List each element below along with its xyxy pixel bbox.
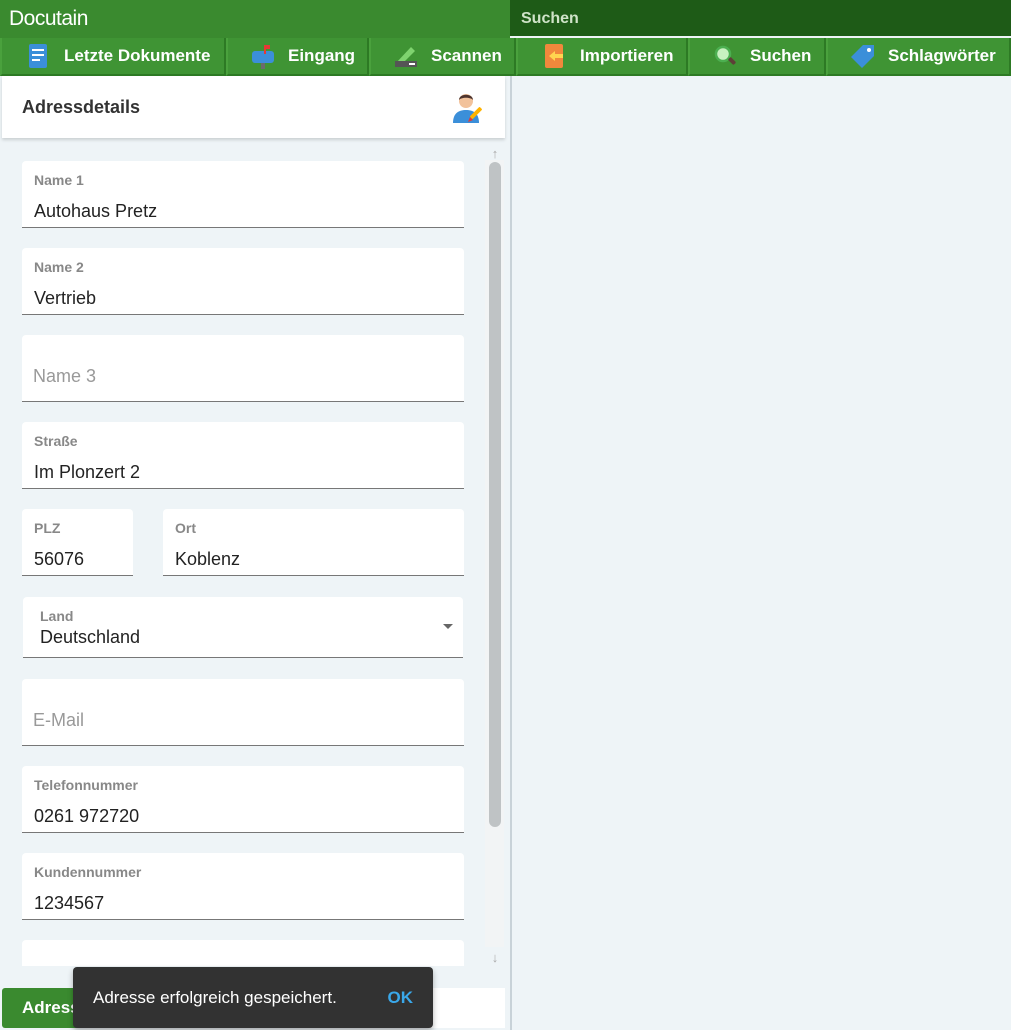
toolbar-recent-documents-button[interactable]: Letzte Dokumente <box>0 38 226 76</box>
field-value: Koblenz <box>175 549 241 569</box>
main-toolbar: Letzte Dokumente Eingang Scannen Importi… <box>0 38 1011 76</box>
field-value: 56076 <box>34 549 85 569</box>
country-select[interactable]: Land Deutschland <box>23 597 463 658</box>
toolbar-label: Importieren <box>580 46 674 65</box>
panel-title: Adressdetails <box>22 96 141 117</box>
toolbar-tags-button[interactable]: Schlagwörter <box>826 38 1011 76</box>
field-value: 1234567 <box>34 893 105 913</box>
snackbar: Adresse erfolgreich gespeichert. OK <box>73 967 433 1028</box>
snackbar-ok-button[interactable]: OK <box>388 988 414 1008</box>
name3-field[interactable]: Name 3 <box>22 335 464 402</box>
mailbox-icon <box>250 43 276 69</box>
toolbar-scan-button[interactable]: Scannen <box>369 38 516 76</box>
toolbar-label: Schlagwörter <box>888 46 996 65</box>
field-label: Name 1 <box>34 172 84 188</box>
street-field[interactable]: Straße Im Plonzert 2 <box>22 422 464 489</box>
toolbar-label: Scannen <box>431 46 502 65</box>
person-edit-icon[interactable] <box>449 89 485 125</box>
toolbar-label: Letzte Dokumente <box>64 46 211 65</box>
phone-field[interactable]: Telefonnummer 0261 972720 <box>22 766 464 833</box>
customer-number-field[interactable]: Kundennummer 1234567 <box>22 853 464 920</box>
field-label: Straße <box>34 433 78 449</box>
address-form: Name 1 Autohaus Pretz Name 2 Vertrieb Na… <box>2 144 482 966</box>
panel-header: Adressdetails <box>2 76 505 138</box>
field-value: Im Plonzert 2 <box>34 462 141 482</box>
scanner-icon <box>393 43 419 69</box>
dropdown-arrow-icon <box>443 624 453 629</box>
import-icon <box>542 43 568 69</box>
field-label: Kundennummer <box>34 864 142 880</box>
snackbar-message: Adresse erfolgreich gespeichert. <box>93 987 337 1007</box>
name1-field[interactable]: Name 1 Autohaus Pretz <box>22 161 464 228</box>
field-value: Deutschland <box>40 627 141 647</box>
toolbar-label: Eingang <box>288 46 356 65</box>
field-label: Ort <box>175 520 196 536</box>
tag-icon <box>850 43 876 69</box>
scrollbar-thumb[interactable] <box>489 162 501 827</box>
app-logo: Docutain <box>0 0 510 38</box>
search-pane-title: Suchen <box>510 0 1011 36</box>
field-placeholder: E-Mail <box>33 710 85 730</box>
document-icon <box>26 43 52 69</box>
scroll-up-arrow-icon[interactable]: ↑ <box>489 146 501 161</box>
field-value: Vertrieb <box>34 288 97 308</box>
email-field[interactable]: E-Mail <box>22 679 464 746</box>
toolbar-import-button[interactable]: Importieren <box>516 38 688 76</box>
name2-field[interactable]: Name 2 Vertrieb <box>22 248 464 315</box>
field-label: PLZ <box>34 520 61 536</box>
field-value: 0261 972720 <box>34 806 140 826</box>
field-label: Land <box>40 608 74 624</box>
toolbar-search-button[interactable]: Suchen <box>688 38 826 76</box>
next-field[interactable] <box>22 940 464 966</box>
title-bar: Docutain Suchen <box>0 0 1011 38</box>
address-details-panel: Adressdetails Name 1 Autohaus Pretz Name… <box>0 76 512 1030</box>
city-field[interactable]: Ort Koblenz <box>163 509 464 576</box>
field-label: Telefonnummer <box>34 777 138 793</box>
toolbar-inbox-button[interactable]: Eingang <box>226 38 369 76</box>
search-icon <box>712 43 738 69</box>
zip-field[interactable]: PLZ 56076 <box>22 509 133 576</box>
field-placeholder: Name 3 <box>33 366 97 386</box>
field-value: Autohaus Pretz <box>34 201 158 221</box>
scroll-down-arrow-icon[interactable]: ↓ <box>489 950 501 965</box>
field-label: Name 2 <box>34 259 84 275</box>
toolbar-label: Suchen <box>750 46 812 65</box>
